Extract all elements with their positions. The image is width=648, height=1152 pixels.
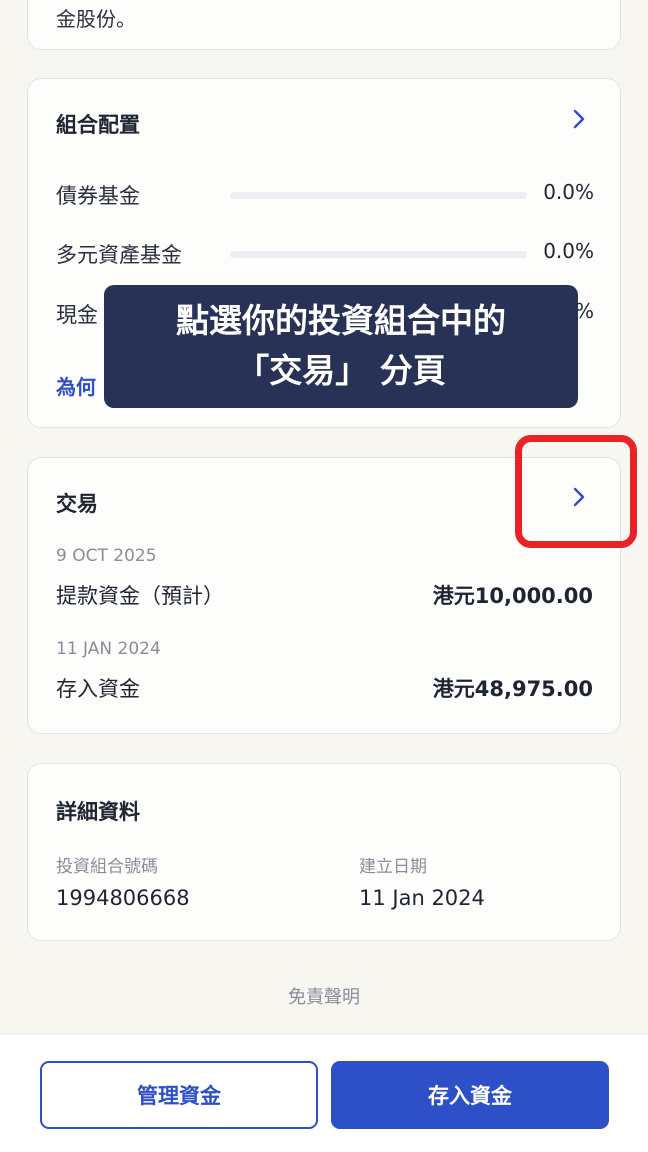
transactions-title: 交易: [56, 492, 98, 516]
allocation-percent: 0.0%: [543, 180, 594, 204]
portfolio-page: 金股份。 組合配置 債券基金 0.0% 多元資產基金 0.0% 現金 % 為何 …: [0, 0, 648, 1152]
details-title: 詳細資料: [56, 800, 140, 824]
manage-funds-button[interactable]: 管理資金: [40, 1061, 318, 1129]
bottom-action-bar: 管理資金 存入資金: [0, 1033, 648, 1152]
disclaimer-link[interactable]: 免責聲明: [0, 983, 648, 1009]
portfolio-number: 1994806668: [56, 886, 190, 910]
tooltip-line-1: 點選你的投資組合中的: [176, 301, 506, 340]
transaction-amount: 港元48,975.00: [432, 677, 593, 701]
deposit-funds-button[interactable]: 存入資金: [331, 1061, 609, 1129]
allocation-percent: 0.0%: [543, 239, 594, 263]
transaction-label: 提款資金（預計）: [56, 584, 224, 608]
allocation-label: 現金: [56, 303, 98, 327]
summary-text-fragment: 金股份。: [56, 7, 136, 31]
tutorial-highlight-box: [515, 435, 637, 548]
details-card: 詳細資料 投資組合號碼 1994806668 建立日期 11 Jan 2024: [27, 763, 621, 941]
allocation-title: 組合配置: [56, 113, 140, 137]
allocation-label: 債券基金: [56, 184, 140, 208]
portfolio-number-label: 投資組合號碼: [56, 857, 158, 877]
created-date-label: 建立日期: [359, 857, 427, 877]
created-date: 11 Jan 2024: [359, 886, 485, 910]
tutorial-tooltip: 點選你的投資組合中的 「交易」 分頁: [104, 285, 578, 408]
transaction-date: 11 JAN 2024: [56, 639, 161, 659]
allocation-bar: [230, 251, 527, 258]
summary-card: 金股份。: [27, 0, 621, 50]
allocation-chevron-right-icon[interactable]: [566, 106, 592, 132]
why-link[interactable]: 為何: [56, 371, 96, 400]
allocation-row-multi-asset: 多元資產基金 0.0%: [56, 239, 594, 269]
transaction-label: 存入資金: [56, 677, 140, 701]
tooltip-line-2: 「交易」 分頁: [236, 351, 446, 390]
transaction-amount: 港元10,000.00: [432, 584, 593, 608]
allocation-label: 多元資產基金: [56, 243, 182, 267]
allocation-row-bond: 債券基金 0.0%: [56, 180, 594, 210]
transaction-date: 9 OCT 2025: [56, 546, 157, 566]
allocation-bar: [230, 192, 527, 199]
